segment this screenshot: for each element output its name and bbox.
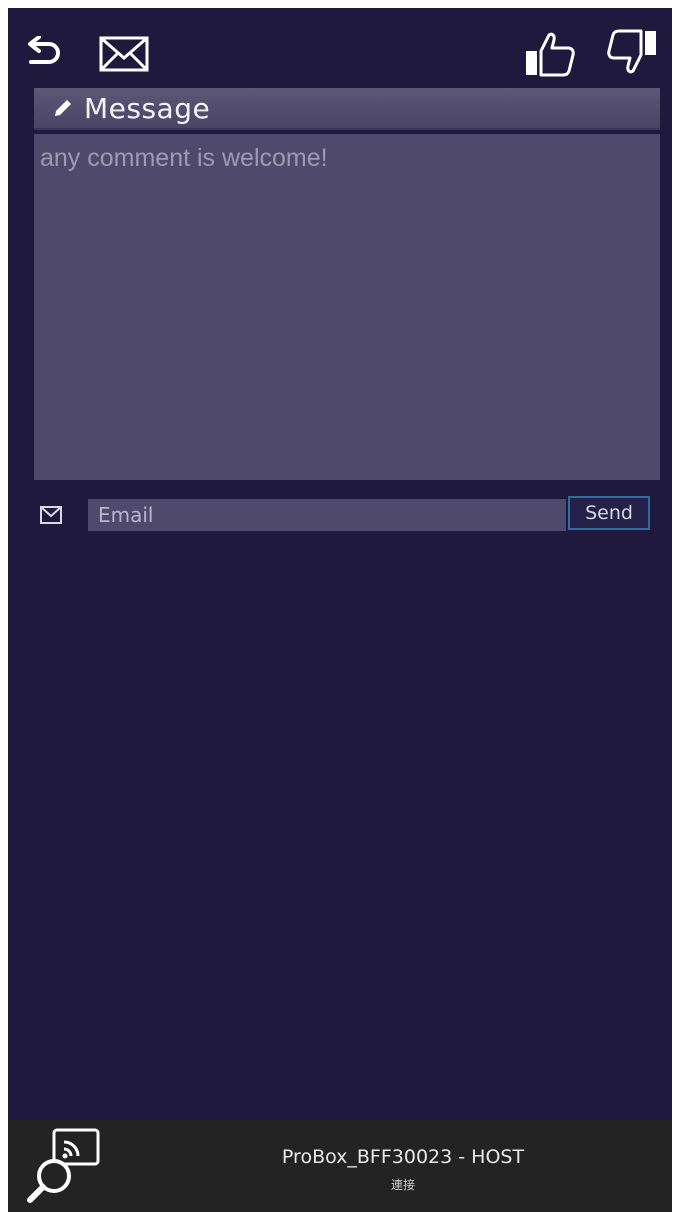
email-input[interactable]: Email: [88, 499, 566, 531]
envelope-icon: [99, 36, 149, 72]
top-toolbar: [8, 8, 672, 90]
thumbs-down-icon: [607, 29, 656, 74]
bottom-status-bar: ProBox_BFF30023 - HOST 連接: [8, 1120, 672, 1212]
back-arrow-icon: [28, 36, 60, 64]
dislike-button[interactable]: [602, 24, 662, 80]
message-title: Message: [84, 91, 211, 125]
like-button[interactable]: [520, 26, 580, 82]
message-placeholder: any comment is welcome!: [40, 144, 328, 172]
device-name: ProBox_BFF30023 - HOST: [281, 1146, 525, 1168]
back-button[interactable]: [22, 30, 66, 74]
email-row: Email Send: [34, 496, 660, 532]
small-envelope-icon: [40, 506, 62, 524]
cast-search-icon[interactable]: [24, 1126, 104, 1204]
message-textarea[interactable]: any comment is welcome!: [34, 134, 660, 480]
connection-status: 連接: [390, 1178, 415, 1192]
send-button[interactable]: Send: [568, 496, 650, 530]
send-label: Send: [585, 502, 633, 524]
feedback-screen: Message any comment is welcome! Email Se…: [8, 8, 672, 1212]
email-placeholder: Email: [98, 503, 154, 527]
message-header: Message: [34, 88, 660, 130]
thumbs-up-icon: [526, 32, 575, 77]
pencil-icon: [55, 100, 71, 116]
mail-button[interactable]: [96, 32, 152, 76]
